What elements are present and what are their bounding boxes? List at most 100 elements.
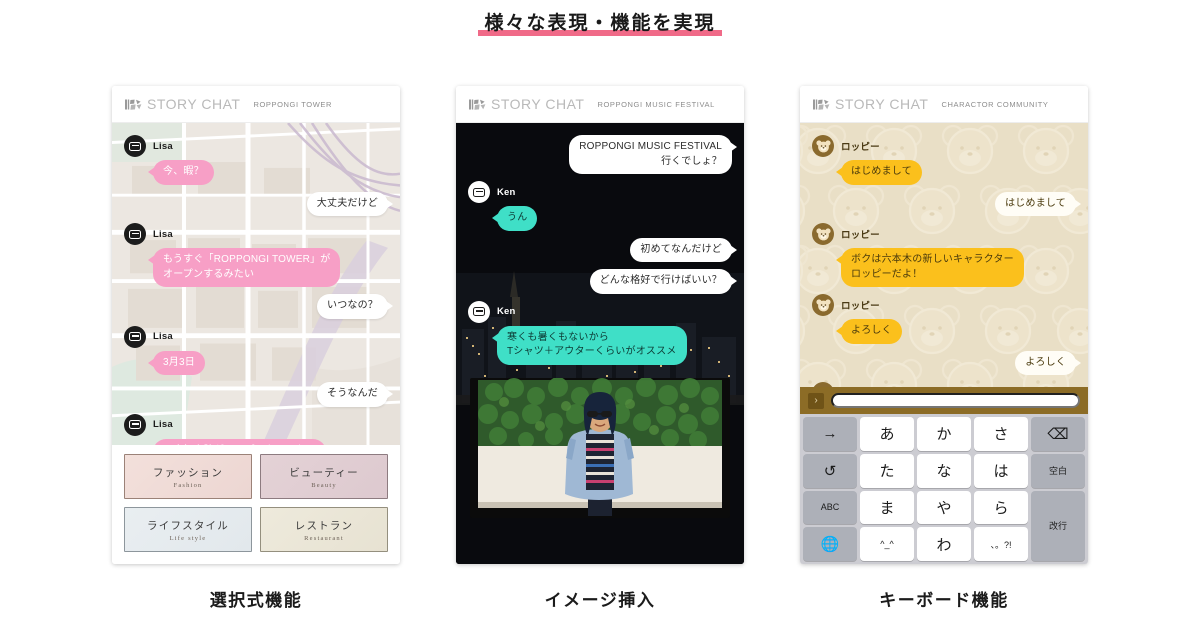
app-logo-text: STORY CHAT (835, 96, 929, 112)
message-input-bar: › (800, 387, 1088, 414)
app-header-2: STORY CHAT ROPPONGI MUSIC FESTIVAL (456, 86, 744, 123)
chat-bubble[interactable]: ROPPONGI MUSIC FESTIVAL 行くでしょ？ (569, 135, 737, 174)
abc-key[interactable]: ABC (803, 490, 857, 525)
key-next[interactable]: → (803, 417, 857, 451)
story-chat-logo-icon (469, 99, 486, 110)
sender-name: Lisa (153, 331, 173, 342)
choice-label-ja: ファッション (152, 466, 224, 479)
chat-avatar-icon (129, 141, 141, 151)
message-row: Ken うん (468, 181, 732, 231)
page-title: 様々な表現・機能を実現 (0, 8, 1200, 37)
key-a[interactable]: あ (860, 417, 914, 451)
choice-button-restaurant[interactable]: レストラン Restaurant (260, 507, 388, 552)
chat-bubble[interactable]: 寒くも暑くもないから Tシャツ＋アウターくらいがオススメ (492, 325, 687, 365)
choice-label-en: Restaurant (304, 534, 344, 542)
avatar[interactable] (124, 135, 146, 157)
sender-name: Ken (497, 186, 516, 198)
poster-root: 様々な表現・機能を実現 STORY CHAT ROPPONGI TOWER Li… (0, 0, 1200, 630)
room-title-3: CHARACTOR COMMUNITY (941, 99, 1049, 109)
message-row: Lisa 3月3日 (124, 325, 388, 375)
chat-bubble[interactable]: 日本初上陸がいっぱいあるみたい 何に興味ある？ (153, 438, 326, 445)
key-ma[interactable]: ま (860, 490, 914, 525)
choice-button-fashion[interactable]: ファッション Fashion (124, 454, 252, 499)
chat-bubble[interactable]: はじめまして (836, 160, 922, 185)
phone-mockup-select-feature: STORY CHAT ROPPONGI TOWER Lisa 今、暇？ 大丈夫だ… (112, 86, 400, 564)
chat-bubble[interactable]: いつなの？ (317, 294, 393, 319)
message-row: どんな格好で行けばいい？ (468, 269, 738, 294)
choice-label-ja: ビューティー (289, 466, 359, 479)
japanese-keyboard: → あ か さ ⌫ ↺ た な は 空白 ABC ま や ら 改行 🌐 ^_^ … (800, 414, 1088, 564)
chat-bubble[interactable]: うん (491, 206, 538, 231)
chat-bubble[interactable]: 初めてなんだけど (630, 237, 737, 262)
bear-avatar-icon (815, 227, 831, 240)
key-ka[interactable]: か (917, 417, 971, 451)
key-sa[interactable]: さ (974, 417, 1028, 451)
choice-label-en: Beauty (311, 481, 337, 489)
sender-name: Ken (497, 306, 516, 317)
key-ya[interactable]: や (917, 490, 971, 525)
avatar[interactable] (468, 181, 490, 203)
key-ha[interactable]: は (974, 453, 1028, 488)
choice-button-lifestyle[interactable]: ライフスタイル Life style (124, 507, 252, 552)
avatar[interactable] (812, 223, 834, 245)
chat-bubble[interactable]: よろしく (836, 319, 902, 344)
message-list-1: Lisa 今、暇？ 大丈夫だけど Lisa もうすぐ「ROPPONGI TOWE… (112, 123, 400, 445)
message-row: ロッピー よろしく (812, 294, 1076, 344)
chat-avatar-icon (129, 332, 141, 341)
chat-bubble[interactable]: よろしく (1015, 350, 1081, 375)
punctuation-key[interactable]: 、。?! (974, 527, 1028, 561)
room-title-2: ROPPONGI MUSIC FESTIVAL (597, 99, 715, 109)
chat-bubble[interactable]: 大丈夫だけど (306, 191, 394, 216)
avatar[interactable] (124, 413, 146, 436)
chat-bubble[interactable]: もうすぐ「ROPPONGI TOWER」が オープンするみたい (147, 248, 341, 287)
avatar[interactable] (812, 294, 834, 316)
sender-name: ロッピー (841, 301, 880, 312)
chat-bubble[interactable]: はじめまして (995, 191, 1081, 216)
caption-select-feature: 選択式機能 (209, 591, 303, 610)
chat-bubble[interactable]: ボクは六本木の新しいキャラクター ロッピーだよ！ (836, 248, 1024, 287)
message-list-3: ロッピー はじめまして はじめまして ロッピー ボクは六本木の新しいキャラクター… (800, 123, 1088, 387)
chat-bubble[interactable]: そうなんだ (317, 382, 393, 407)
chat-canvas-night: ROPPONGI MUSIC FESTIVAL 行くでしょ？ Ken うん 初め… (456, 123, 744, 564)
bear-avatar-icon (817, 386, 829, 387)
message-row: Lisa もうすぐ「ROPPONGI TOWER」が オープンするみたい (124, 223, 388, 287)
chat-bubble[interactable]: 今、暇？ (148, 160, 214, 185)
room-title-1: ROPPONGI TOWER (253, 99, 332, 109)
choice-button-beauty[interactable]: ビューティー Beauty (260, 454, 388, 499)
sender-name: Lisa (153, 140, 173, 152)
sender-name: ロッピー (841, 230, 880, 241)
chat-bubble[interactable]: どんな格好で行けばいい？ (589, 269, 738, 294)
emoji-key[interactable]: ^_^ (860, 527, 914, 561)
avatar[interactable] (124, 223, 146, 245)
undo-key[interactable]: ↺ (803, 453, 857, 488)
avatar[interactable] (124, 325, 146, 348)
avatar[interactable] (468, 300, 490, 323)
key-ta[interactable]: た (860, 453, 914, 488)
send-button[interactable]: › (808, 392, 824, 409)
caption-keyboard: キーボード機能 (879, 591, 1009, 610)
sender-name: ロッピー (841, 142, 880, 153)
message-row: はじめまして (812, 191, 1081, 216)
caption-image-insert: イメージ挿入 (544, 591, 656, 610)
key-na[interactable]: な (917, 453, 971, 488)
key-wa[interactable]: わ (917, 527, 971, 561)
globe-key[interactable]: 🌐 (803, 527, 857, 561)
inserted-photo[interactable] (470, 378, 730, 518)
message-row: ロッピー せっかくだから君の名前を教えて (812, 382, 1076, 387)
sender-name: ロッピー (841, 386, 880, 387)
chat-avatar-icon (129, 229, 141, 239)
phone-mockup-image-insert: STORY CHAT ROPPONGI MUSIC FESTIVAL ROPPO… (456, 86, 744, 564)
page-title-text: 様々な表現・機能を実現 (484, 13, 716, 34)
message-row: Lisa 今、暇？ (124, 135, 388, 185)
message-row: Ken 寒くも暑くもないから Tシャツ＋アウターくらいがオススメ (468, 300, 732, 365)
enter-key[interactable]: 改行 (1031, 490, 1085, 561)
backspace-key[interactable]: ⌫ (1031, 417, 1085, 451)
message-row: そうなんだ (124, 382, 393, 407)
avatar[interactable] (812, 382, 834, 387)
message-input[interactable] (831, 393, 1080, 408)
space-key[interactable]: 空白 (1031, 453, 1085, 488)
message-row: 大丈夫だけど (124, 191, 394, 216)
chat-bubble[interactable]: 3月3日 (148, 350, 205, 375)
avatar[interactable] (812, 135, 834, 157)
key-ra[interactable]: ら (974, 490, 1028, 525)
